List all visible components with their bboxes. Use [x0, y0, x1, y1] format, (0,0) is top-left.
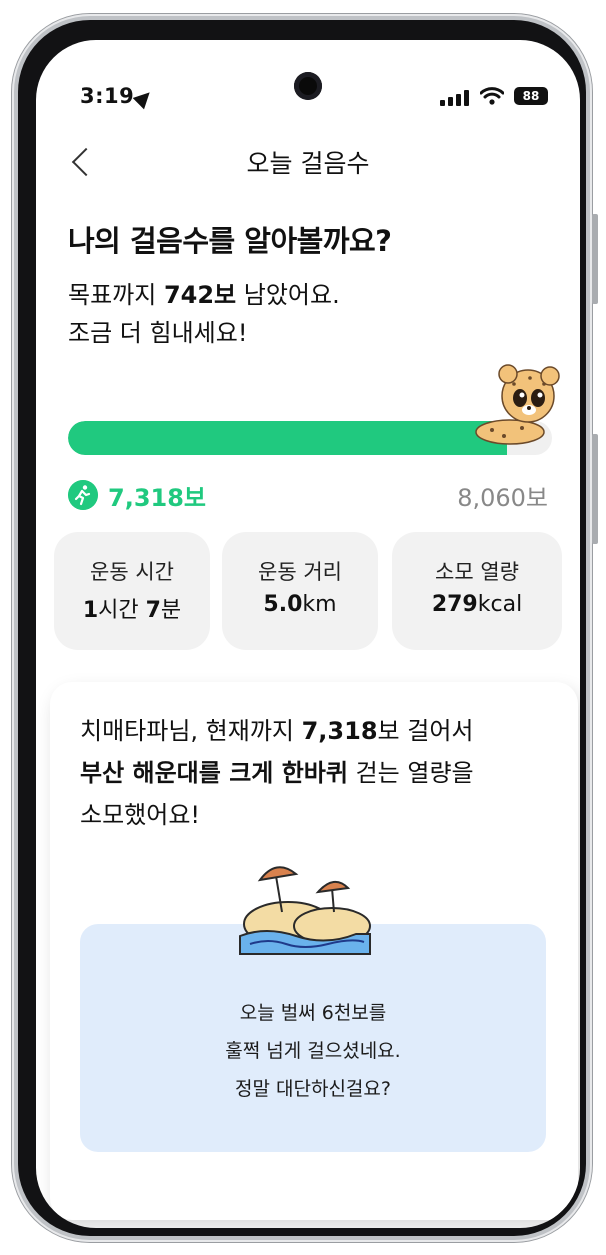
page-title: 오늘 걸음수 [246, 149, 370, 178]
stat-value: 279kcal [392, 592, 562, 617]
current-steps: 7,318보 [108, 484, 206, 512]
walking-achievement-card: 치매타파님, 현재까지 7,318보 걸어서 부산 해운대를 크게 한바퀴 걷는… [50, 682, 578, 1220]
battery-icon: 88 [514, 87, 548, 105]
stat-value: 1시간 7분 [54, 592, 210, 624]
stats-row: 운동 시간 1시간 7분 운동 거리 5.0km 소모 열량 279kcal [54, 532, 564, 650]
stat-value-calories-unit: kcal [477, 592, 523, 617]
goal-steps: 8,060보 [457, 484, 548, 512]
stat-label: 운동 거리 [258, 560, 342, 584]
status-bar: 3:19 88 [36, 84, 580, 114]
location-arrow-icon [132, 86, 156, 110]
status-time: 3:19 [80, 84, 135, 108]
stat-value-hours: 1 [82, 598, 99, 623]
stat-value: 5.0km [222, 592, 378, 617]
info-text: 오늘 벌써 6천보를 훌쩍 넘게 걸으셨네요. 정말 대단하신걸요? [80, 994, 546, 1108]
message-part: 소모했어요! [80, 801, 201, 829]
app-screen: 3:19 88 오늘 걸음수 나의 걸음수를 알아볼까요? 목표까지 742보 … [36, 40, 580, 1228]
headline: 나의 걸음수를 알아볼까요? [68, 224, 392, 258]
stat-card-calories: 소모 열량 279kcal [392, 532, 562, 650]
goal-remaining-text: 목표까지 742보 남았어요. 조금 더 힘내세요! [68, 276, 340, 352]
info-line: 훌쩍 넘게 걸으셨네요. [225, 1040, 401, 1062]
stat-value-minutes-unit: 분 [160, 598, 182, 623]
info-box: 오늘 벌써 6천보를 훌쩍 넘게 걸으셨네요. 정말 대단하신걸요? [80, 924, 546, 1152]
stat-value-hours-unit: 시간 [98, 598, 146, 623]
step-progress-fill [68, 421, 508, 455]
message-part: 걷는 열량을 [347, 759, 474, 787]
message-landmark: 부산 해운대를 크게 한바퀴 [80, 759, 348, 787]
message-part: 보 걸어서 [377, 717, 474, 745]
phone-bezel: 3:19 88 오늘 걸음수 나의 걸음수를 알아볼까요? 목표까지 742보 … [18, 20, 586, 1236]
info-line: 오늘 벌써 6천보를 [239, 1002, 387, 1024]
wifi-icon [480, 87, 504, 105]
steps-summary-row: 7,318보 8,060보 [68, 478, 548, 514]
stat-label: 운동 시간 [90, 560, 174, 584]
volume-button [592, 214, 598, 304]
cellular-signal-icon [440, 90, 472, 106]
remaining-steps: 742보 [163, 281, 237, 309]
info-line: 정말 대단하신걸요? [235, 1078, 391, 1100]
achievement-message: 치매타파님, 현재까지 7,318보 걸어서 부산 해운대를 크게 한바퀴 걷는… [80, 710, 550, 836]
stat-value-minutes: 7 [145, 598, 161, 623]
goal-remaining-suffix: 남았어요. [236, 281, 340, 309]
stat-label: 소모 열량 [435, 560, 519, 584]
encouragement-text: 조금 더 힘내세요! [68, 319, 248, 347]
stat-card-exercise-time: 운동 시간 1시간 7분 [54, 532, 210, 650]
cheetah-mascot-icon [475, 364, 560, 445]
stat-value-distance-unit: km [302, 592, 337, 617]
stat-card-distance: 운동 거리 5.0km [222, 532, 378, 650]
message-part: 치매타파님, 현재까지 [80, 717, 302, 745]
power-button [592, 434, 598, 544]
stat-value-calories: 279 [431, 592, 478, 617]
stat-value-distance: 5.0 [263, 592, 303, 617]
running-icon [68, 480, 98, 510]
phone-frame: 3:19 88 오늘 걸음수 나의 걸음수를 알아볼까요? 목표까지 742보 … [12, 14, 598, 1242]
beach-umbrella-icon [239, 866, 371, 955]
message-steps: 7,318 [301, 717, 378, 745]
goal-remaining-prefix: 목표까지 [68, 281, 164, 309]
